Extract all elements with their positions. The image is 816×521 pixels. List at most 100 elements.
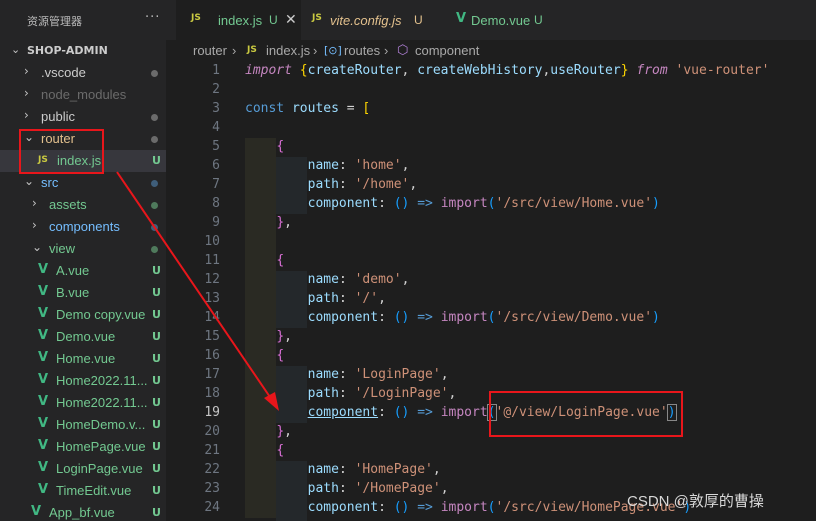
tree-item-label: public (41, 109, 75, 124)
tree-folder-src[interactable]: ⌄ src (0, 172, 166, 194)
tab-demo-vue[interactable]: V Demo.vue U (444, 0, 564, 40)
code-editor[interactable]: 1 import {createRouter, createWebHistory,… (166, 62, 816, 521)
more-actions-icon[interactable]: ··· (145, 10, 160, 25)
project-name: SHOP-ADMIN (27, 44, 108, 57)
line-number: 24 (204, 500, 220, 515)
editor-tabs: JS index.js U ✕ JS vite.config.js U V De… (166, 0, 816, 40)
tree-folder-public[interactable]: › public (0, 106, 166, 128)
line-number: 3 (212, 101, 220, 116)
git-status-badge: U (152, 506, 161, 519)
code-line: 16 { (166, 347, 816, 366)
chevron-right-icon: › (232, 43, 237, 58)
git-status-badge: U (152, 462, 161, 475)
vue-file-icon: V (38, 460, 49, 475)
breadcrumb-component[interactable]: component (415, 43, 479, 58)
git-status-badge: U (152, 374, 161, 387)
line-number: 6 (212, 158, 220, 173)
vue-file-icon: V (38, 306, 49, 321)
line-number: 22 (204, 462, 220, 477)
code-line: 3 const routes = [ (166, 100, 816, 119)
tab-label: index.js (218, 13, 263, 28)
chevron-right-icon: › (313, 43, 318, 58)
line-number: 16 (204, 348, 220, 363)
breadcrumb-index-js[interactable]: index.js (266, 43, 310, 58)
line-number: 2 (212, 82, 220, 97)
tree-item-label: Home2022.11... (56, 395, 148, 410)
tab-status: U (269, 13, 278, 27)
line-number: 10 (204, 234, 220, 249)
line-number: 21 (204, 443, 220, 458)
status-dot (151, 180, 158, 187)
breadcrumb-router[interactable]: router (193, 43, 227, 58)
chevron-right-icon: › (24, 108, 29, 122)
property-icon: ⬡ (397, 43, 409, 58)
explorer-sidebar: 资源管理器 ··· ⌄ SHOP-ADMIN › .vscode › node_mod… (0, 0, 166, 521)
tree-folder-vscode[interactable]: › .vscode (0, 62, 166, 84)
git-status-badge: U (152, 396, 161, 409)
vue-file-icon: V (38, 262, 49, 277)
tree-folder-assets[interactable]: › assets (0, 194, 166, 216)
code-line: 21 { (166, 442, 816, 461)
vue-file-icon: V (38, 284, 49, 299)
tree-item-label: Demo copy.vue (56, 307, 146, 322)
line-number: 4 (212, 120, 220, 135)
tree-file-home2022-11[interactable]: V Home2022.11... U (0, 370, 166, 392)
tab-status: U (414, 13, 423, 27)
line-number: 20 (204, 424, 220, 439)
tree-file-b-vue[interactable]: V B.vue U (0, 282, 166, 304)
tree-item-label: src (41, 175, 59, 190)
line-number: 1 (212, 63, 220, 78)
vue-file-icon: V (38, 438, 49, 453)
tree-file-timeedit-vue[interactable]: V TimeEdit.vue U (0, 480, 166, 502)
vue-file-icon: V (38, 416, 49, 431)
annotation-box-router (19, 129, 104, 174)
line-number: 9 (212, 215, 220, 230)
vue-file-icon: V (456, 11, 467, 26)
explorer-header: 资源管理器 ··· (0, 0, 166, 40)
chevron-right-icon: › (32, 218, 37, 232)
tree-file-demo-copy-vue[interactable]: V Demo copy.vue U (0, 304, 166, 326)
status-dot (151, 246, 158, 253)
project-root[interactable]: ⌄ SHOP-ADMIN (0, 40, 166, 62)
code-line: 7 path: '/home', (166, 176, 816, 195)
vue-file-icon: V (38, 328, 49, 343)
tree-file-home-vue[interactable]: V Home.vue U (0, 348, 166, 370)
git-status-badge: U (152, 330, 161, 343)
tree-file-a-vue[interactable]: V A.vue U (0, 260, 166, 282)
line-number: 15 (204, 329, 220, 344)
tab-label: Demo.vue (471, 13, 531, 28)
tree-item-label: components (49, 219, 120, 234)
line-number: 11 (204, 253, 220, 268)
code-line: 4 (166, 119, 816, 138)
git-status-badge: U (152, 440, 161, 453)
tab-vite-config-js[interactable]: JS vite.config.js U (302, 0, 442, 40)
tree-file-homedemo-v[interactable]: V HomeDemo.v... U (0, 414, 166, 436)
tree-folder-components[interactable]: › components (0, 216, 166, 238)
line-number: 5 (212, 139, 220, 154)
tab-index-js[interactable]: JS index.js U ✕ (176, 0, 301, 40)
code-line: 12 name: 'demo', (166, 271, 816, 290)
vue-file-icon: V (31, 504, 42, 519)
line-number: 19 (204, 405, 220, 420)
tree-file-app-bf-vue[interactable]: V App_bf.vue U (0, 502, 166, 521)
tree-folder-view[interactable]: ⌄ view (0, 238, 166, 260)
breadcrumb-routes[interactable]: routes (344, 43, 380, 58)
tree-file-home2022-11[interactable]: V Home2022.11... U (0, 392, 166, 414)
close-icon[interactable]: ✕ (285, 11, 297, 28)
git-status-badge: U (152, 418, 161, 431)
status-dot (151, 114, 158, 121)
tree-folder-node-modules[interactable]: › node_modules (0, 84, 166, 106)
git-status-badge: U (152, 484, 161, 497)
tree-file-demo-vue[interactable]: V Demo.vue U (0, 326, 166, 348)
chevron-right-icon: › (32, 196, 37, 210)
tree-item-label: B.vue (56, 285, 90, 300)
tree-item-label: HomeDemo.v... (56, 417, 146, 432)
tree-file-homepage-vue[interactable]: V HomePage.vue U (0, 436, 166, 458)
tree-item-label: A.vue (56, 263, 90, 278)
js-file-icon: JS (247, 45, 257, 55)
tree-item-label: view (49, 241, 76, 256)
status-dot (151, 202, 158, 209)
chevron-right-icon: › (384, 43, 389, 58)
tree-file-loginpage-vue[interactable]: V LoginPage.vue U (0, 458, 166, 480)
tree-item-label: Home.vue (56, 351, 116, 366)
